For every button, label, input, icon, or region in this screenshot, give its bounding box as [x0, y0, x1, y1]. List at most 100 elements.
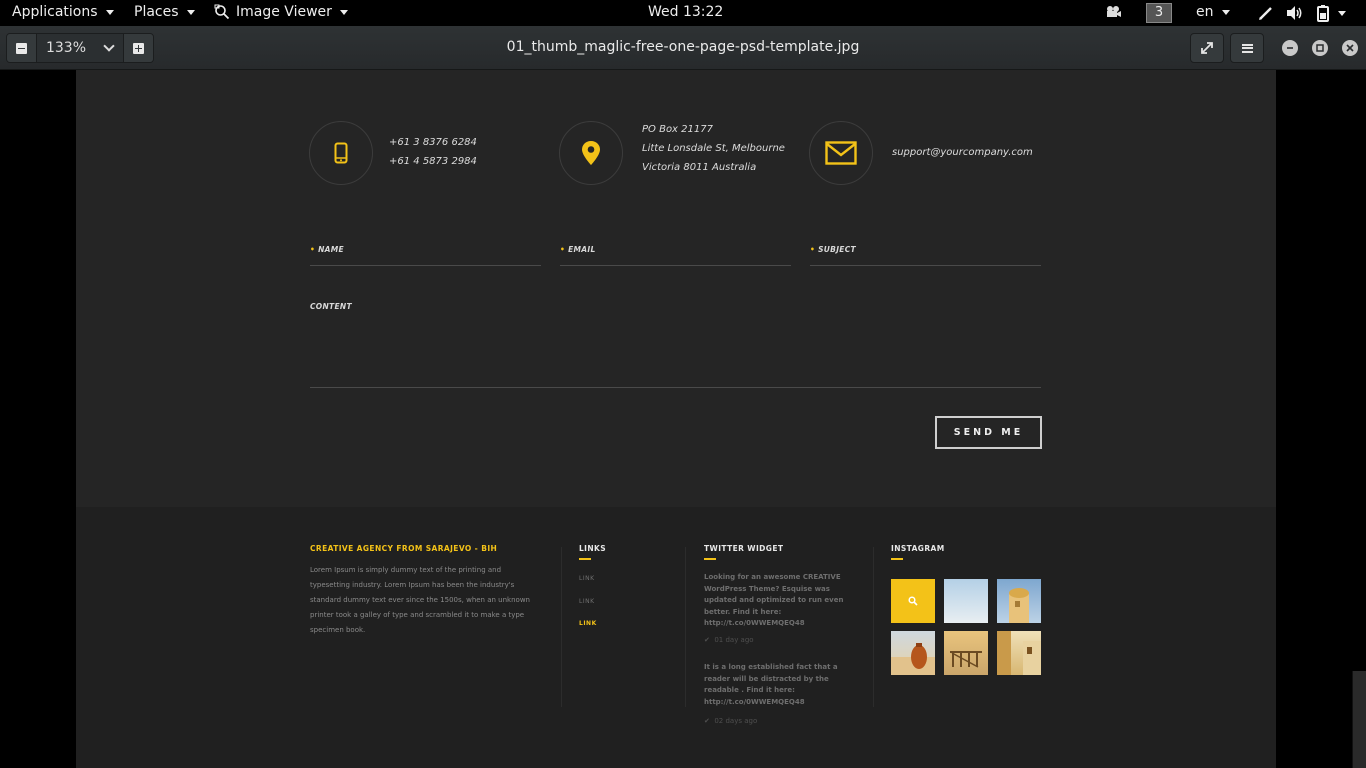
- caret-down-icon: [339, 9, 348, 15]
- bird-icon: ✔: [704, 717, 715, 725]
- applications-label: Applications: [12, 4, 98, 20]
- app-menu-image-viewer[interactable]: Image Viewer: [214, 4, 348, 20]
- email-label: • EMAIL: [560, 245, 596, 254]
- envelope-icon: [825, 141, 857, 165]
- bird-icon: ✔: [704, 636, 715, 644]
- language-label: en: [1196, 4, 1214, 20]
- content-field-line: [310, 387, 1041, 388]
- support-email: support@yourcompany.com: [892, 147, 1033, 158]
- battery-icon: [1317, 5, 1329, 22]
- instagram-title: INSTAGRAM: [891, 544, 945, 553]
- applications-menu[interactable]: Applications: [12, 4, 114, 20]
- required-marker: •: [560, 245, 566, 254]
- footer-divider: [685, 547, 686, 707]
- subject-label-text: SUBJECT: [818, 245, 856, 254]
- footer-link: LINK: [579, 598, 595, 605]
- footer-link-active: LINK: [579, 620, 597, 627]
- name-label: • NAME: [310, 245, 344, 254]
- caret-down-icon: [1338, 10, 1346, 16]
- phone-line: +61 4 5873 2984: [389, 156, 477, 167]
- tweet-text: It is a long established fact that a rea…: [704, 663, 838, 706]
- phone-icon: [334, 142, 348, 164]
- zoom-in-button[interactable]: [123, 34, 153, 62]
- map-pin-icon: [582, 141, 600, 165]
- zoom-control: 133%: [6, 33, 154, 63]
- address: PO Box 21177 Litte Lonsdale St, Melbourn…: [642, 120, 785, 177]
- phone-circle: [309, 121, 373, 185]
- fullscreen-button[interactable]: [1190, 33, 1224, 63]
- instagram-thumb-search: [891, 579, 935, 623]
- twitter-underline: [704, 558, 716, 560]
- about-text: Lorem Ipsum is simply dummy text of the …: [310, 566, 530, 634]
- phone-line: +61 3 8376 6284: [389, 137, 477, 148]
- system-menu[interactable]: [1316, 4, 1346, 22]
- menu-button[interactable]: [1230, 33, 1264, 63]
- subject-label: • SUBJECT: [810, 245, 856, 254]
- video-camera-icon[interactable]: [1106, 5, 1122, 23]
- image-canvas[interactable]: +61 3 8376 6284 +61 4 5873 2984 PO Box 2…: [0, 70, 1366, 768]
- minimize-icon: [1287, 47, 1293, 49]
- zoom-level[interactable]: 133%: [37, 34, 95, 62]
- displayed-image: +61 3 8376 6284 +61 4 5873 2984 PO Box 2…: [76, 70, 1276, 768]
- address-line: Litte Lonsdale St, Melbourne: [642, 143, 785, 154]
- email-label-text: EMAIL: [568, 245, 596, 254]
- contact-section: +61 3 8376 6284 +61 4 5873 2984 PO Box 2…: [76, 70, 1276, 507]
- footer-link: LINK: [579, 575, 595, 582]
- image-viewer-label: Image Viewer: [236, 4, 332, 20]
- caret-down-icon: [186, 9, 195, 15]
- caret-down-icon: [105, 9, 114, 15]
- volume-icon[interactable]: [1286, 5, 1304, 25]
- content-label: CONTENT: [310, 302, 352, 311]
- about-title: CREATIVE AGENCY FROM SARAJEVO - BIH: [310, 544, 498, 553]
- search-icon: [908, 596, 918, 606]
- places-label: Places: [134, 4, 179, 20]
- required-marker: •: [310, 245, 316, 254]
- header-bar: 133% 01_thumb_maglic-free-one-page-psd-t…: [0, 26, 1366, 70]
- places-menu[interactable]: Places: [134, 4, 195, 20]
- send-me-button: SEND ME: [935, 416, 1042, 449]
- instagram-thumb-vase: [891, 631, 935, 675]
- subject-field-line: [810, 265, 1041, 266]
- pen-icon[interactable]: [1258, 5, 1274, 25]
- zoom-dropdown-button[interactable]: [95, 34, 123, 62]
- window-title: 01_thumb_maglic-free-one-page-psd-templa…: [506, 39, 860, 55]
- image-viewer-icon: [214, 4, 230, 20]
- tweet-time-text: 01 day ago: [714, 636, 754, 644]
- required-marker: •: [810, 245, 816, 254]
- email-field-line: [560, 265, 791, 266]
- zoom-out-button[interactable]: [7, 34, 37, 62]
- close-button[interactable]: [1342, 40, 1358, 56]
- address-line: Victoria 8011 Australia: [642, 162, 757, 173]
- location-circle: [559, 121, 623, 185]
- twitter-title: TWITTER WIDGET: [704, 544, 784, 553]
- tweet-time: ✔ 01 day ago: [704, 636, 754, 644]
- tweet-time: ✔ 02 days ago: [704, 717, 757, 725]
- instagram-thumb-sky: [944, 579, 988, 623]
- name-field-line: [310, 265, 541, 266]
- workspace-indicator[interactable]: 3: [1146, 3, 1172, 23]
- instagram-underline: [891, 558, 903, 560]
- links-title: LINKS: [579, 544, 607, 553]
- close-icon: [1346, 44, 1354, 52]
- minimize-button[interactable]: [1282, 40, 1298, 56]
- maximize-button[interactable]: [1312, 40, 1328, 56]
- vertical-scrollbar[interactable]: [1352, 671, 1366, 768]
- instagram-thumb-stairs: [997, 631, 1041, 675]
- links-underline: [579, 558, 591, 560]
- fullscreen-icon: [1201, 42, 1213, 54]
- footer-divider: [561, 547, 562, 707]
- name-label-text: NAME: [318, 245, 344, 254]
- footer-divider: [873, 547, 874, 707]
- chevron-down-icon: [103, 40, 115, 52]
- top-bar: Applications Places Image Viewer Wed 13:…: [0, 0, 1366, 26]
- zoom-out-icon: [16, 42, 27, 54]
- instagram-thumb-tower: [997, 579, 1041, 623]
- caret-down-icon: [1221, 9, 1230, 15]
- clock[interactable]: Wed 13:22: [648, 4, 723, 20]
- address-line: PO Box 21177: [642, 124, 713, 135]
- tweet-time-text: 02 days ago: [714, 717, 758, 725]
- footer-section: CREATIVE AGENCY FROM SARAJEVO - BIH Lore…: [76, 507, 1276, 768]
- language-menu[interactable]: en: [1196, 4, 1230, 20]
- zoom-in-icon: [133, 42, 144, 54]
- hamburger-icon: [1241, 43, 1253, 53]
